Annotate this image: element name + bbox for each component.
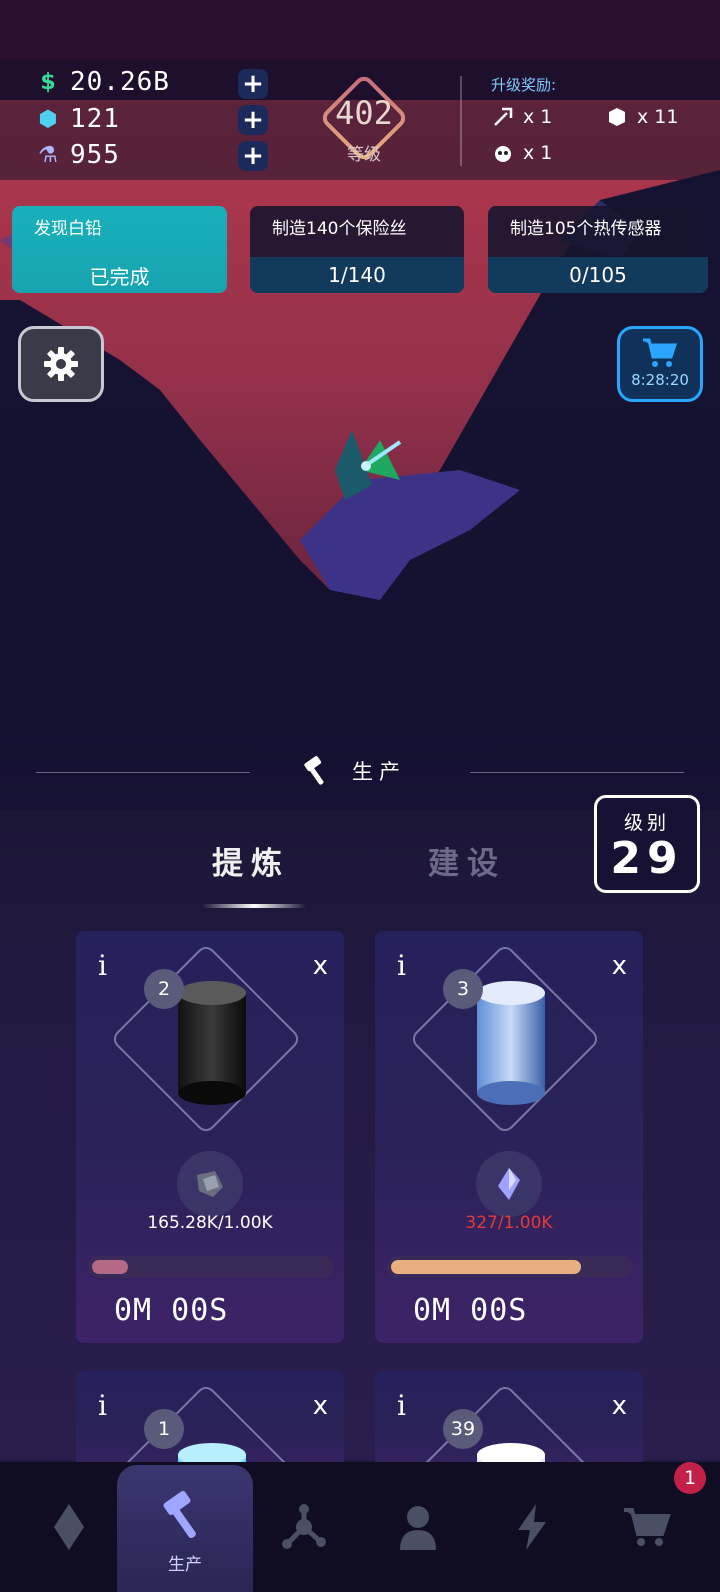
shop-timer: 8:28:20	[631, 371, 689, 389]
item-level-badge: 1	[144, 1409, 184, 1449]
tab-build[interactable]: 建设	[428, 838, 506, 883]
close-button[interactable]: x	[313, 951, 328, 981]
quest-card-2[interactable]: 制造140个保险丝 1/140	[250, 206, 464, 293]
grade-value: 29	[610, 833, 684, 884]
nav-profile[interactable]	[361, 1462, 475, 1592]
gem-icon	[605, 106, 629, 128]
stock-count: 327/1.00K	[465, 1213, 553, 1233]
reward-item: x 1	[491, 106, 552, 128]
dollar-icon: $	[40, 69, 56, 95]
info-button[interactable]: i	[98, 949, 107, 982]
add-gems-button[interactable]: +	[238, 105, 268, 135]
nav-research[interactable]	[247, 1462, 361, 1592]
ore-icon	[476, 1151, 542, 1217]
tab-refine[interactable]: 提炼	[212, 838, 290, 883]
grade-box: 级别 29	[594, 795, 700, 893]
player-level-label: 等级	[347, 145, 381, 165]
quest-status: 已完成	[89, 264, 150, 289]
settings-button[interactable]	[18, 326, 104, 402]
gems-display: ⬢ 121	[38, 102, 120, 136]
info-button[interactable]: i	[397, 1389, 406, 1422]
research-value: 955	[70, 140, 120, 170]
quest-card-1[interactable]: 发现白铅 已完成	[12, 206, 227, 293]
gem-icon: ⬢	[38, 106, 58, 132]
close-button[interactable]: x	[313, 1391, 328, 1421]
gem-icon	[54, 1504, 84, 1550]
timer: 0M 00S	[413, 1293, 528, 1328]
flask-icon: ⚗	[38, 142, 58, 168]
hammer-icon	[163, 1490, 196, 1539]
quest-card-3[interactable]: 制造105个热传感器 0/105	[488, 206, 708, 293]
ingot-icon	[178, 981, 246, 1105]
add-money-button[interactable]: +	[238, 69, 268, 99]
game-screen: $ 20.26B ⬢ 121 ⚗ 955 + + + 402 等级 升级奖励: …	[0, 0, 720, 1592]
quest-title: 发现白铅	[34, 219, 102, 239]
pickaxe-icon	[491, 106, 515, 128]
ingot-icon	[477, 981, 545, 1105]
cart-icon	[643, 338, 678, 367]
progress-fill	[391, 1260, 582, 1274]
lightning-icon	[518, 1504, 546, 1550]
active-tab-indicator	[202, 904, 306, 908]
quest-title: 制造140个保险丝	[272, 219, 407, 239]
quest-title: 制造105个热传感器	[510, 219, 662, 239]
section-divider-left	[36, 772, 250, 773]
player-level-value[interactable]: 402	[314, 94, 414, 132]
item-level-badge: 39	[443, 1409, 483, 1449]
item-level-badge: 3	[443, 969, 483, 1009]
item-level-badge: 2	[144, 969, 184, 1009]
progress-bar	[88, 1256, 334, 1278]
quest-progress: 1/140	[250, 257, 464, 293]
info-button[interactable]: i	[98, 1389, 107, 1422]
section-title: 生产	[302, 756, 406, 786]
reward-item: x 11	[605, 106, 678, 128]
reward-item: x 1	[491, 142, 552, 164]
progress-fill	[92, 1260, 128, 1274]
reward-robot-count: x 1	[523, 142, 553, 164]
reward-pickaxe-count: x 1	[523, 106, 553, 128]
research-display: ⚗ 955	[38, 138, 120, 172]
shop-offer-button[interactable]: 8:28:20	[617, 326, 703, 402]
nav-production[interactable]: 生产	[117, 1465, 253, 1592]
nav-mining[interactable]	[12, 1462, 126, 1592]
money-value: 20.26B	[70, 67, 170, 97]
timer: 0M 00S	[114, 1293, 229, 1328]
add-research-button[interactable]: +	[238, 141, 268, 171]
section-divider-right	[470, 772, 684, 773]
nav-production-label: 生产	[168, 1555, 202, 1575]
section-title-text: 生产	[352, 760, 406, 784]
close-button[interactable]: x	[612, 1391, 627, 1421]
person-icon	[400, 1506, 436, 1550]
nav-boost[interactable]	[475, 1462, 589, 1592]
upgrade-reward-title: 升级奖励:	[491, 76, 557, 94]
money-display: $ 20.26B	[38, 65, 170, 99]
robot-icon	[491, 142, 515, 164]
refine-card-1[interactable]: i x 2 165.28K/1.00K 0M 00S	[76, 931, 344, 1343]
refine-card-2[interactable]: i x 3 327/1.00K 0M 00S	[375, 931, 643, 1343]
grade-label: 级别	[623, 812, 670, 834]
quest-progress: 0/105	[488, 257, 708, 293]
network-icon	[282, 1504, 326, 1549]
hud-divider	[460, 76, 462, 166]
shop-notification-badge: 1	[674, 1462, 706, 1494]
ore-icon	[177, 1151, 243, 1217]
progress-bar	[387, 1256, 633, 1278]
gear-icon	[44, 347, 78, 381]
close-button[interactable]: x	[612, 951, 627, 981]
stock-count: 165.28K/1.00K	[147, 1213, 273, 1233]
hammer-icon	[304, 756, 324, 785]
info-button[interactable]: i	[397, 949, 406, 982]
reward-gem-count: x 11	[637, 106, 679, 128]
gems-value: 121	[70, 104, 120, 134]
cart-icon	[624, 1508, 671, 1546]
